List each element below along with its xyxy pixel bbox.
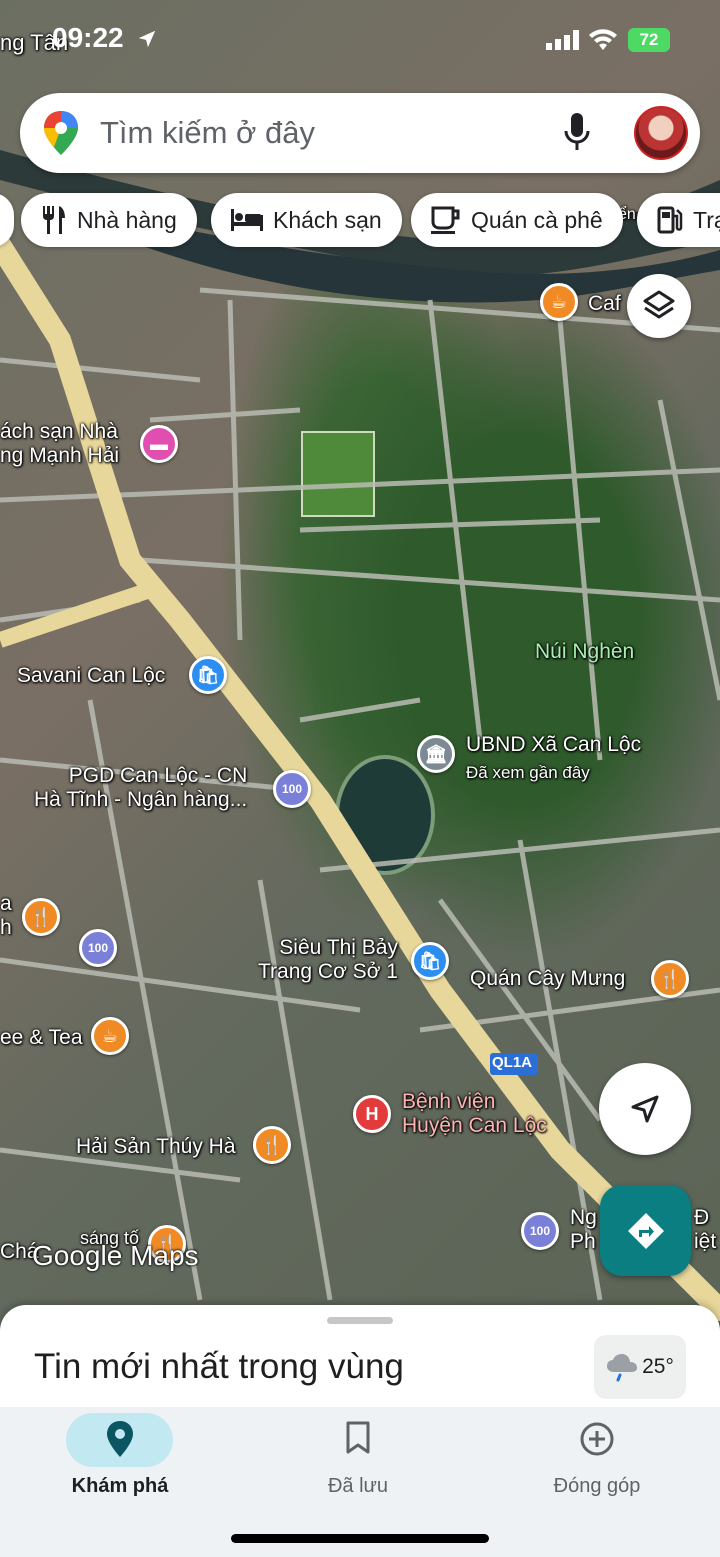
- location-arrow-icon: [138, 30, 156, 48]
- place-label[interactable]: Bệnh viện Huyện Can Lộc: [402, 1090, 547, 1138]
- gas-station-icon: [657, 206, 683, 234]
- home-indicator[interactable]: [231, 1534, 489, 1543]
- cloud-rain-icon: [607, 1354, 638, 1382]
- place-label[interactable]: Ng Ph: [570, 1206, 597, 1254]
- place-label[interactable]: PGD Can Lộc - CN Hà Tĩnh - Ngân hàng...: [34, 764, 247, 812]
- explore-pin-icon: [107, 1421, 133, 1457]
- navigation-arrow-icon: [631, 1095, 659, 1123]
- government-icon[interactable]: 🏛: [417, 735, 455, 773]
- chip-label: Khách sạn: [273, 206, 382, 233]
- restaurant-icon[interactable]: 🍴: [22, 898, 60, 936]
- nav-label: Đã lưu: [327, 1475, 389, 1497]
- search-input[interactable]: [100, 109, 540, 157]
- bookmark-icon: [346, 1421, 370, 1454]
- google-maps-logo-icon: [44, 111, 78, 155]
- bottom-sheet[interactable]: Tin mới nhất trong vùng 25°: [0, 1305, 720, 1415]
- nav-explore[interactable]: Khám phá: [0, 1407, 240, 1517]
- nav-saved[interactable]: Đã lưu: [238, 1407, 478, 1517]
- chip-label: Trạ: [693, 206, 720, 233]
- search-bar[interactable]: [20, 93, 700, 173]
- hospital-icon[interactable]: H: [353, 1095, 391, 1133]
- place-label[interactable]: a h: [0, 892, 12, 940]
- my-location-button[interactable]: [599, 1063, 691, 1155]
- google-maps-watermark: Google Maps: [32, 1240, 199, 1271]
- place-subtitle: Đã xem gần đây: [466, 763, 590, 782]
- status-bar: ng Tân 09:22 72: [0, 0, 720, 80]
- chip-hotels[interactable]: Khách sạn: [211, 193, 402, 247]
- coffee-icon[interactable]: ☕: [540, 283, 578, 321]
- status-time: 09:22: [52, 22, 124, 53]
- place-label[interactable]: UBND Xã Can Lộc: [466, 733, 641, 757]
- place-label[interactable]: ee & Tea: [0, 1026, 83, 1050]
- coffee-icon[interactable]: ☕: [91, 1017, 129, 1055]
- chip-label: Quán cà phê: [471, 206, 603, 233]
- layers-button[interactable]: [627, 274, 691, 338]
- chip-gas-station[interactable]: Trạ: [637, 193, 720, 247]
- cellular-signal-icon: [546, 30, 579, 50]
- restaurant-icon: [43, 206, 65, 234]
- chip-partial[interactable]: [0, 193, 14, 247]
- place-label[interactable]: ách sạn Nhà ng Mạnh Hải: [0, 420, 119, 468]
- sheet-title: Tin mới nhất trong vùng: [34, 1347, 404, 1386]
- bank-icon[interactable]: 100: [273, 770, 311, 808]
- place-label[interactable]: Savani Can Lộc: [17, 664, 165, 688]
- road-shield-label: QL1A: [492, 1054, 533, 1071]
- temperature: 25°: [642, 1355, 674, 1378]
- add-circle-icon: [580, 1422, 614, 1456]
- coffee-icon: [431, 206, 460, 234]
- microphone-icon[interactable]: [564, 113, 590, 153]
- hotel-icon: [231, 209, 263, 231]
- shopping-icon[interactable]: 🛍: [189, 656, 227, 694]
- bank-icon[interactable]: 100: [79, 929, 117, 967]
- bank-icon[interactable]: 100: [521, 1212, 559, 1250]
- directions-button[interactable]: [600, 1185, 691, 1276]
- hotel-icon[interactable]: ▬: [140, 425, 178, 463]
- landmark-label[interactable]: Núi Nghèn: [535, 640, 634, 664]
- layers-icon: [643, 290, 675, 319]
- chip-label: Nhà hàng: [77, 206, 177, 233]
- wifi-icon: [589, 29, 617, 50]
- place-label[interactable]: Quán Cây Mưng: [470, 967, 625, 991]
- weather-chip[interactable]: 25°: [594, 1335, 686, 1399]
- sheet-drag-handle[interactable]: [327, 1317, 393, 1324]
- nav-label: Đóng góp: [553, 1475, 641, 1497]
- directions-icon: [627, 1212, 664, 1249]
- place-label[interactable]: Caf: [588, 292, 621, 316]
- place-label[interactable]: Hải Sản Thúy Hà: [76, 1135, 236, 1159]
- avatar[interactable]: [634, 106, 688, 160]
- restaurant-icon[interactable]: 🍴: [253, 1126, 291, 1164]
- restaurant-icon[interactable]: 🍴: [651, 960, 689, 998]
- nav-label: Khám phá: [71, 1475, 169, 1497]
- nav-contribute[interactable]: Đóng góp: [477, 1407, 717, 1517]
- chip-restaurants[interactable]: Nhà hàng: [21, 193, 197, 247]
- place-label[interactable]: Đ iệt: [694, 1206, 716, 1254]
- chip-coffee[interactable]: Quán cà phê: [411, 193, 623, 247]
- shopping-icon[interactable]: 🛍: [411, 942, 449, 980]
- category-chips: Nhà hàng Khách sạn Quán cà phê Trạ: [0, 193, 720, 249]
- battery-indicator: 72: [628, 28, 670, 52]
- place-label[interactable]: Siêu Thị Bảy Trang Cơ Sở 1: [258, 936, 398, 984]
